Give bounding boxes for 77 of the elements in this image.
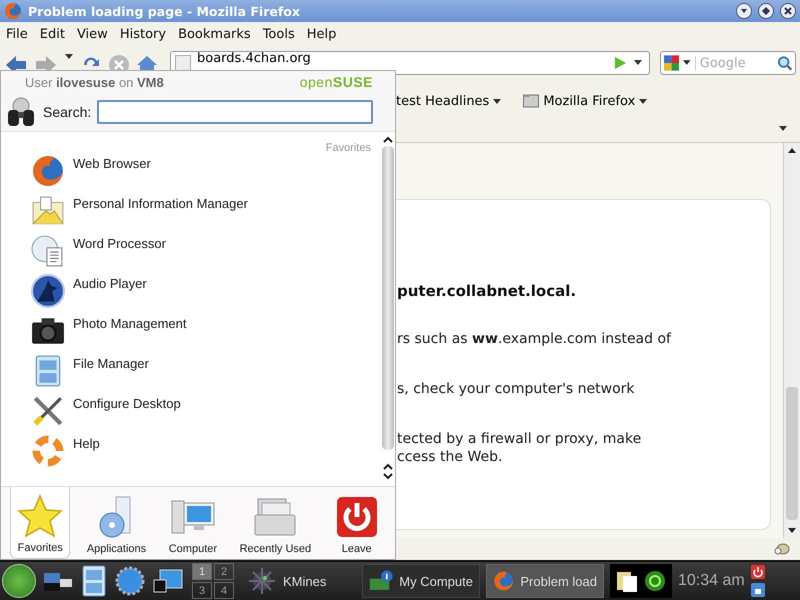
scroll-up-icon[interactable]: [787, 147, 797, 153]
section-label: Favorites: [326, 142, 371, 154]
menu-item[interactable]: View: [70, 26, 114, 42]
scrollbar-thumb[interactable]: [382, 146, 394, 450]
launcher-tab[interactable]: Computer: [162, 487, 224, 559]
bookmark-item[interactable]: Mozilla Firefox: [523, 94, 648, 108]
caret-icon[interactable]: [64, 54, 74, 60]
menu-item[interactable]: File: [0, 26, 34, 42]
menu-item[interactable]: Help: [300, 26, 342, 42]
bookmark-item[interactable]: test Headlines: [396, 94, 502, 108]
desktop-switch[interactable]: 3: [192, 582, 212, 599]
tools-icon: [31, 394, 65, 428]
menu-item[interactable]: History: [114, 26, 172, 42]
favorite-item[interactable]: Photo Management: [31, 314, 371, 354]
close-button[interactable]: [780, 3, 796, 19]
wolf-icon: [31, 274, 65, 308]
window-title: Problem loading page - Mozilla Firefox: [28, 4, 301, 18]
search-icon[interactable]: [776, 55, 792, 71]
favorite-item[interactable]: Help: [31, 434, 371, 474]
search-label: Search:: [43, 104, 92, 120]
launcher-tab[interactable]: Recently Used: [234, 487, 318, 559]
launcher-button[interactable]: [2, 564, 36, 598]
globe-icon: [31, 154, 65, 188]
error-text: rs such as ww.example.com instead of: [397, 330, 672, 348]
update-icon[interactable]: [644, 570, 666, 592]
desktop-switch[interactable]: 2: [214, 563, 234, 580]
folder-icon: [523, 94, 540, 108]
caret-icon[interactable]: [633, 60, 643, 66]
user-label: User ilovesuse on VM8: [25, 74, 164, 90]
scroll-up-icon[interactable]: [383, 136, 393, 143]
launcher-tab[interactable]: Favorites: [10, 487, 70, 559]
menu-item[interactable]: Edit: [34, 26, 71, 42]
task-button[interactable]: KMines: [240, 564, 356, 598]
scrollbar-thumb[interactable]: [786, 387, 798, 520]
address-field[interactable]: boards.4chan.org: [170, 51, 650, 75]
favorite-item[interactable]: Audio Player: [31, 274, 371, 314]
lock-icon[interactable]: [750, 583, 765, 597]
status-icon: [774, 542, 790, 556]
launcher-tab[interactable]: Leave: [328, 487, 386, 559]
launcher-tab[interactable]: Applications: [80, 487, 152, 559]
caret-icon[interactable]: [682, 60, 692, 66]
scroll-up-icon[interactable]: [383, 463, 393, 470]
desktop-switch[interactable]: 4: [214, 582, 234, 599]
document-icon: [31, 234, 65, 268]
caret-icon[interactable]: [639, 98, 648, 104]
favorite-item[interactable]: Configure Desktop: [31, 394, 371, 434]
lifebuoy-icon: [31, 434, 65, 468]
minimize-button[interactable]: [736, 3, 752, 19]
clock[interactable]: 10:34 am: [678, 572, 745, 590]
menu-item[interactable]: Bookmarks: [172, 26, 257, 42]
caret-icon[interactable]: [778, 126, 788, 132]
star-icon: [17, 494, 64, 538]
favorite-item[interactable]: Web Browser: [31, 154, 371, 194]
clipboard-icon[interactable]: [616, 569, 638, 593]
scroll-down-icon[interactable]: [787, 528, 797, 534]
caret-icon[interactable]: [493, 98, 502, 104]
menu-item[interactable]: Tools: [256, 26, 301, 42]
globe-icon: [4, 2, 22, 20]
task-button[interactable]: Problem load: [486, 564, 604, 598]
maximize-button[interactable]: [758, 3, 774, 19]
favorite-item[interactable]: File Manager: [31, 354, 371, 394]
favorite-item[interactable]: Personal Information Manager: [31, 194, 371, 234]
error-text: tected by a firewall or proxy, make ccess the Web.: [397, 430, 642, 466]
power-icon[interactable]: [750, 565, 765, 579]
search-box[interactable]: Google: [660, 51, 796, 75]
scroll-down-icon[interactable]: [383, 473, 393, 480]
favorite-item[interactable]: Word Processor: [31, 234, 371, 274]
error-text: s, check your computer's network: [397, 380, 636, 398]
task-button[interactable]: My Compute: [362, 564, 480, 598]
google-icon[interactable]: [664, 55, 680, 71]
cabinet-icon[interactable]: [80, 565, 108, 597]
error-heading: puter.collabnet.local.: [397, 282, 578, 300]
search-field[interactable]: [97, 100, 373, 124]
binoculars-icon: [5, 96, 37, 128]
mine-icon: [247, 566, 277, 596]
globe-icon[interactable]: [114, 565, 146, 597]
logo-text: openSUSE: [300, 74, 373, 90]
